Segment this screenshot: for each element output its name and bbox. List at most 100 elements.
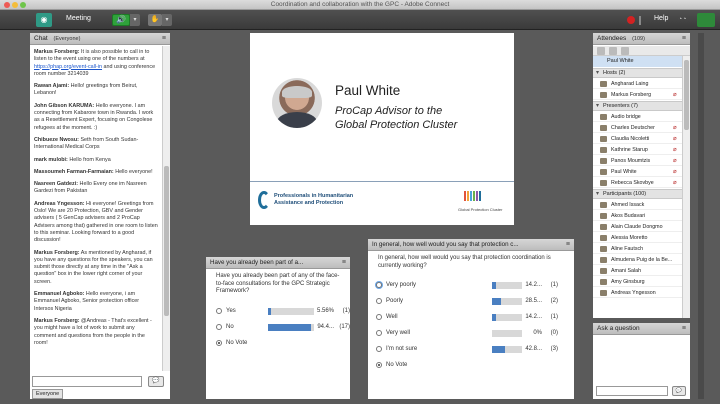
microphone-button[interactable]: 🔊 (112, 14, 130, 26)
option-label: Yes (226, 308, 236, 314)
phap-line-2: Assistance and Protection (274, 200, 344, 206)
poll2-header: In general, how well would you say that … (368, 239, 574, 251)
result-count: (1) (550, 282, 558, 288)
muted-mic-icon: ⌀ (673, 147, 677, 153)
pod-menu-icon[interactable]: ≡ (162, 33, 166, 45)
attendee-name: Charles Deutscher (611, 125, 655, 131)
network-status-icon (697, 13, 715, 27)
user-icon (600, 92, 607, 98)
stage-scrollbar[interactable] (698, 33, 704, 399)
radio-button[interactable] (216, 324, 222, 330)
record-icon[interactable] (627, 16, 635, 24)
attendee-name: Amani Salah (611, 268, 642, 274)
attendee-row[interactable]: Paul White ⌀ (593, 167, 682, 177)
attendees-title: Attendees (597, 35, 627, 42)
attendee-row[interactable]: Ahmed Issack (593, 200, 682, 210)
pod-menu-icon[interactable]: ≡ (342, 257, 346, 269)
pod-menu-icon[interactable]: ≡ (682, 33, 686, 45)
attendee-row[interactable]: Audio bridge (593, 112, 682, 122)
result-bar (492, 314, 522, 321)
send-question-button[interactable]: 💬 (672, 386, 686, 396)
chat-sender: Andreas Yngesson: (34, 200, 85, 207)
photo-hair (282, 86, 312, 98)
chat-sender: Chibueze Nwosu: (34, 136, 79, 143)
menu-bar: ◉ Meeting 🔊 ▾ ✋ ▾ Help ◔◔ (0, 10, 720, 30)
attendee-row[interactable]: Amy Ginsburg (593, 277, 682, 287)
ask-question-pod: Ask a question ≡ 💬 (593, 323, 690, 399)
meeting-menu[interactable]: Meeting (66, 15, 91, 22)
attendee-row[interactable]: Kathrine Starup ⌀ (593, 145, 682, 155)
chat-tab-everyone[interactable]: Everyone (32, 389, 64, 399)
status-options-caret[interactable]: ▾ (162, 14, 172, 26)
radio-button[interactable] (376, 282, 382, 288)
result-percent: 14.2... (525, 314, 542, 320)
attendee-group[interactable]: Presenters (7) (593, 101, 682, 111)
attendee-row[interactable]: Markus Forsberg ⌀ (593, 90, 682, 100)
chat-scroll-thumb[interactable] (164, 166, 169, 316)
radio-button[interactable] (216, 340, 222, 346)
chat-message: Nasreen Gatdezi: Hello Every one im Nasr… (34, 181, 158, 196)
microphone-options-caret[interactable]: ▾ (130, 14, 140, 26)
attendee-group[interactable]: Participants (100) (593, 189, 682, 199)
poll-option: Very poorly 14.2... (1) (368, 281, 574, 291)
attendee-row[interactable]: Alessia Moretto (593, 233, 682, 243)
current-user[interactable]: Paul White (593, 56, 682, 67)
attendee-row[interactable]: Almudena Puig de la Be... (593, 255, 682, 265)
result-percent: 42.8... (525, 346, 542, 352)
attendee-name: Amy Ginsburg (611, 279, 645, 285)
attendees-header: Attendees (109) ≡ (593, 33, 690, 45)
raise-hand-button[interactable]: ✋ (148, 14, 162, 26)
attendee-row[interactable]: Aline Fautsch (593, 244, 682, 254)
attendee-row[interactable]: Akos Budavari (593, 211, 682, 221)
radio-button[interactable] (376, 330, 382, 336)
attendee-scroll-thumb[interactable] (684, 60, 689, 130)
attendee-row[interactable]: Alain Claude Dongmo (593, 222, 682, 232)
connection-status-icon: ◔◔ (678, 16, 687, 23)
speaker-title-line-1: ProCap Advisor to the (335, 105, 443, 117)
attendee-row[interactable]: Amani Salah (593, 266, 682, 276)
chat-input[interactable] (32, 376, 142, 387)
radio-button[interactable] (376, 346, 382, 352)
chat-message: John Gibson KARUMA: Hello everyone. I am… (34, 103, 158, 132)
radio-button[interactable] (216, 308, 222, 314)
attendee-view-icon[interactable] (597, 47, 605, 55)
attendee-group[interactable]: Hosts (2) (593, 68, 682, 78)
result-bar-fill (492, 298, 501, 305)
question-input[interactable] (596, 386, 668, 396)
user-icon (600, 136, 607, 142)
chat-send-button[interactable]: 💬 (148, 376, 164, 387)
user-icon (600, 257, 607, 263)
attendee-name: Markus Forsberg (611, 92, 652, 98)
chat-text: Hello from Kenya (69, 156, 111, 163)
attendee-scrollbar[interactable] (682, 56, 690, 318)
breakout-icon[interactable] (621, 47, 629, 55)
chat-messages: Markus Forsberg: It is also possible to … (30, 46, 162, 371)
chat-message: Markus Forsberg: @Andreas - That's excel… (34, 318, 158, 347)
attendee-row[interactable]: Charles Deutscher ⌀ (593, 123, 682, 133)
attendee-name: Almudena Puig de la Be... (611, 257, 673, 263)
attendee-row[interactable]: Andreas Yngesson (593, 288, 682, 298)
attendee-row[interactable]: Claudia Nicoletti ⌀ (593, 134, 682, 144)
attendee-row[interactable]: Rebecca Skovbye ⌀ (593, 178, 682, 188)
call-in-link[interactable]: https://phap.org/event-call-in (34, 64, 102, 70)
chat-scrollbar[interactable] (162, 46, 170, 371)
radio-button[interactable] (376, 314, 382, 320)
attendee-name: Aline Fautsch (611, 246, 644, 252)
chat-sender: Markus Forsberg: (34, 49, 80, 55)
result-count: (1) (550, 314, 558, 320)
speaker-title-line-2: Global Protection Cluster (335, 119, 458, 131)
attendee-row[interactable]: Panos Moumtzis ⌀ (593, 156, 682, 166)
result-bar-fill (268, 324, 312, 331)
status-view-icon[interactable] (609, 47, 617, 55)
result-bar-fill (492, 282, 497, 289)
result-bar (492, 282, 522, 289)
attendee-name: Alessia Moretto (611, 235, 648, 241)
radio-button[interactable] (376, 298, 382, 304)
attendee-name: Angharad Laing (611, 81, 649, 87)
radio-button[interactable] (376, 362, 382, 368)
muted-mic-icon: ⌀ (673, 169, 677, 175)
pod-menu-icon[interactable]: ≡ (682, 323, 686, 335)
attendee-row[interactable]: Angharad Laing (593, 79, 682, 89)
help-menu[interactable]: Help (654, 15, 668, 22)
pod-menu-icon[interactable]: ≡ (566, 239, 570, 251)
